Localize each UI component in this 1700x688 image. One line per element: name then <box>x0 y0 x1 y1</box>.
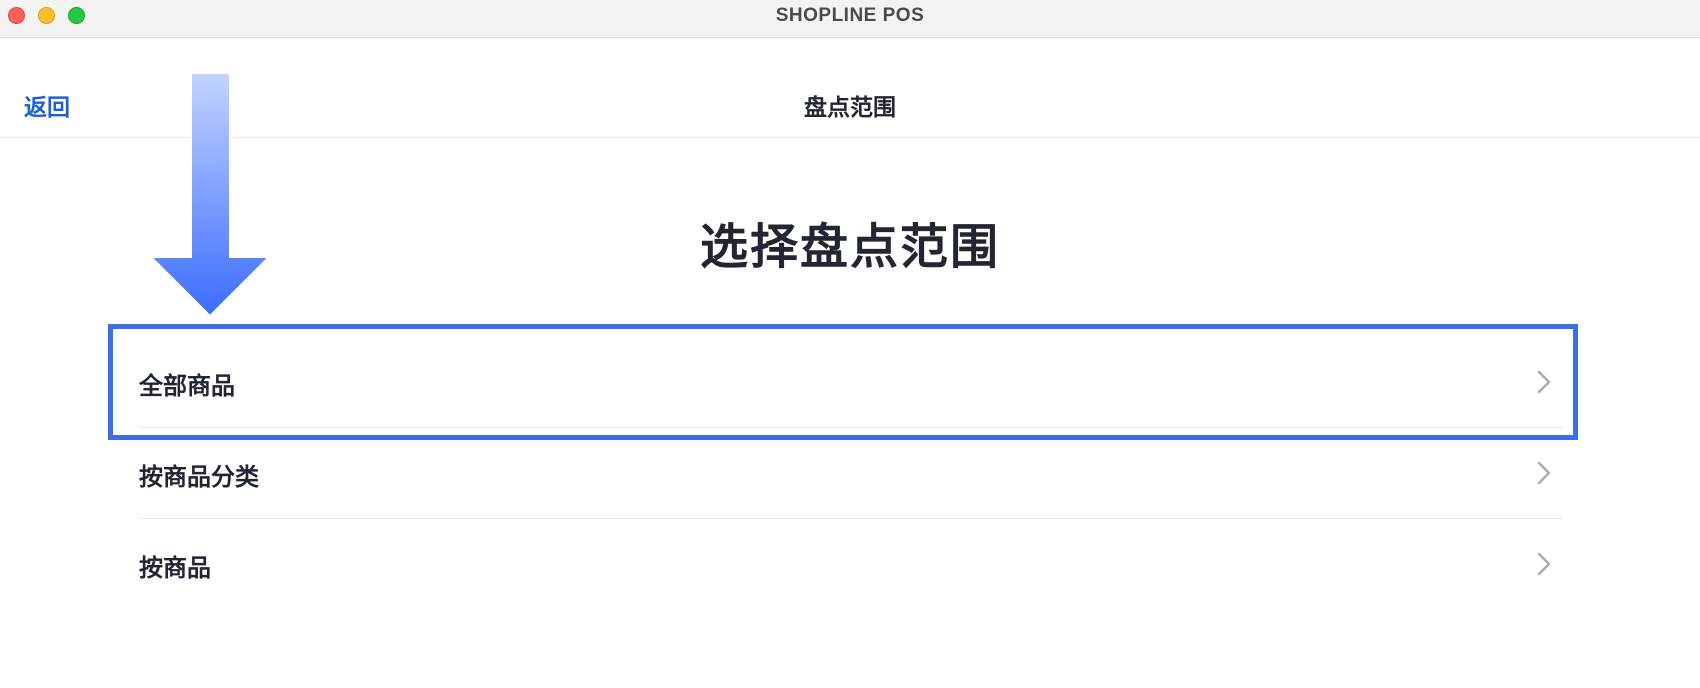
nav-title: 盘点范围 <box>804 95 896 121</box>
navigation-bar: 返回 盘点范围 <box>0 39 1700 138</box>
option-label: 按商品分类 <box>139 463 259 491</box>
chevron-right-icon <box>1537 370 1551 394</box>
option-label: 全部商品 <box>139 372 235 400</box>
window-titlebar: SHOPLINE POS <box>0 0 1700 38</box>
chevron-right-icon <box>1537 552 1551 576</box>
scope-option-list: 全部商品 按商品分类 按商品 <box>139 337 1563 610</box>
option-all-products[interactable]: 全部商品 <box>139 337 1563 428</box>
option-by-category[interactable]: 按商品分类 <box>139 428 1563 519</box>
chevron-right-icon <box>1537 461 1551 485</box>
page-title: 选择盘点范围 <box>699 219 1000 275</box>
option-label: 按商品 <box>139 554 211 582</box>
window-title: SHOPLINE POS <box>775 5 925 26</box>
option-by-product[interactable]: 按商品 <box>139 519 1563 610</box>
